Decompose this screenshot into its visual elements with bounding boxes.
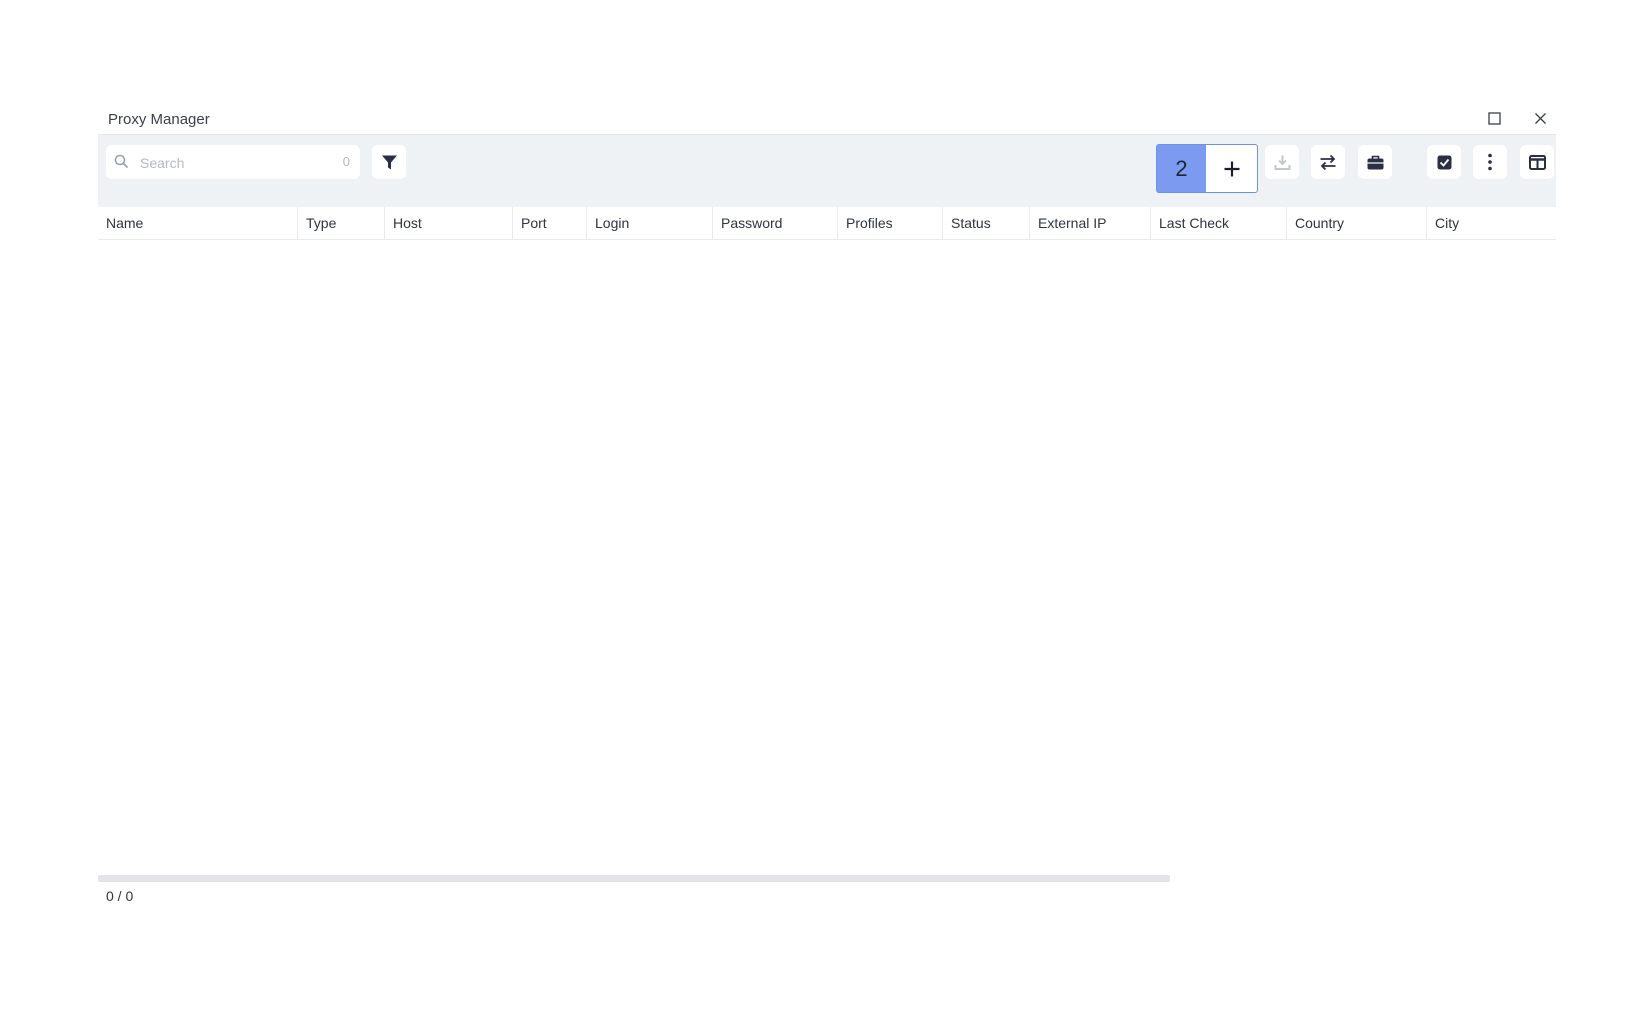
more-vertical-icon: [1488, 153, 1492, 171]
selected-count-badge: 2: [1157, 145, 1206, 192]
column-header-name[interactable]: Name: [98, 207, 297, 239]
column-header-profiles[interactable]: Profiles: [837, 207, 942, 239]
select-all-button[interactable]: [1427, 145, 1461, 179]
column-header-last-check[interactable]: Last Check: [1150, 207, 1286, 239]
more-options-button[interactable]: [1473, 145, 1507, 179]
filter-button[interactable]: [372, 145, 406, 179]
proxy-manager-window: Proxy Manager 0 2: [98, 104, 1556, 924]
download-button[interactable]: [1265, 145, 1299, 179]
columns-button[interactable]: [1520, 145, 1554, 179]
maximize-button[interactable]: [1484, 108, 1504, 128]
plus-icon: [1224, 161, 1240, 177]
filter-icon: [381, 155, 397, 169]
column-header-city[interactable]: City: [1426, 207, 1556, 239]
close-icon: [1534, 112, 1546, 124]
columns-icon: [1528, 154, 1546, 170]
download-icon: [1274, 155, 1290, 170]
window-title: Proxy Manager: [108, 111, 210, 128]
column-header-host[interactable]: Host: [384, 207, 512, 239]
add-proxy-button[interactable]: [1215, 152, 1249, 186]
briefcase-icon: [1367, 155, 1383, 169]
close-button[interactable]: [1530, 108, 1550, 128]
swap-button[interactable]: [1311, 145, 1345, 179]
column-header-status[interactable]: Status: [942, 207, 1029, 239]
column-header-password[interactable]: Password: [712, 207, 837, 239]
table-header: Name Type Host Port Login Password Profi…: [98, 207, 1556, 240]
column-header-login[interactable]: Login: [586, 207, 712, 239]
add-proxy-group: 2: [1156, 144, 1258, 193]
briefcase-button[interactable]: [1358, 145, 1392, 179]
search-icon: [114, 154, 129, 174]
swap-icon: [1320, 154, 1336, 170]
search-result-count: 0: [342, 154, 350, 169]
column-header-port[interactable]: Port: [512, 207, 586, 239]
search-input[interactable]: [138, 151, 322, 175]
column-header-type[interactable]: Type: [297, 207, 384, 239]
maximize-icon: [1487, 111, 1501, 125]
checkbox-icon: [1437, 155, 1451, 169]
titlebar: Proxy Manager: [98, 104, 1556, 135]
pagination-count: 0 / 0: [106, 888, 134, 904]
toolbar: 0 2: [98, 135, 1556, 207]
horizontal-scrollbar[interactable]: [98, 875, 1170, 882]
search-box: 0: [106, 145, 360, 179]
column-header-country[interactable]: Country: [1286, 207, 1426, 239]
column-header-external-ip[interactable]: External IP: [1029, 207, 1150, 239]
